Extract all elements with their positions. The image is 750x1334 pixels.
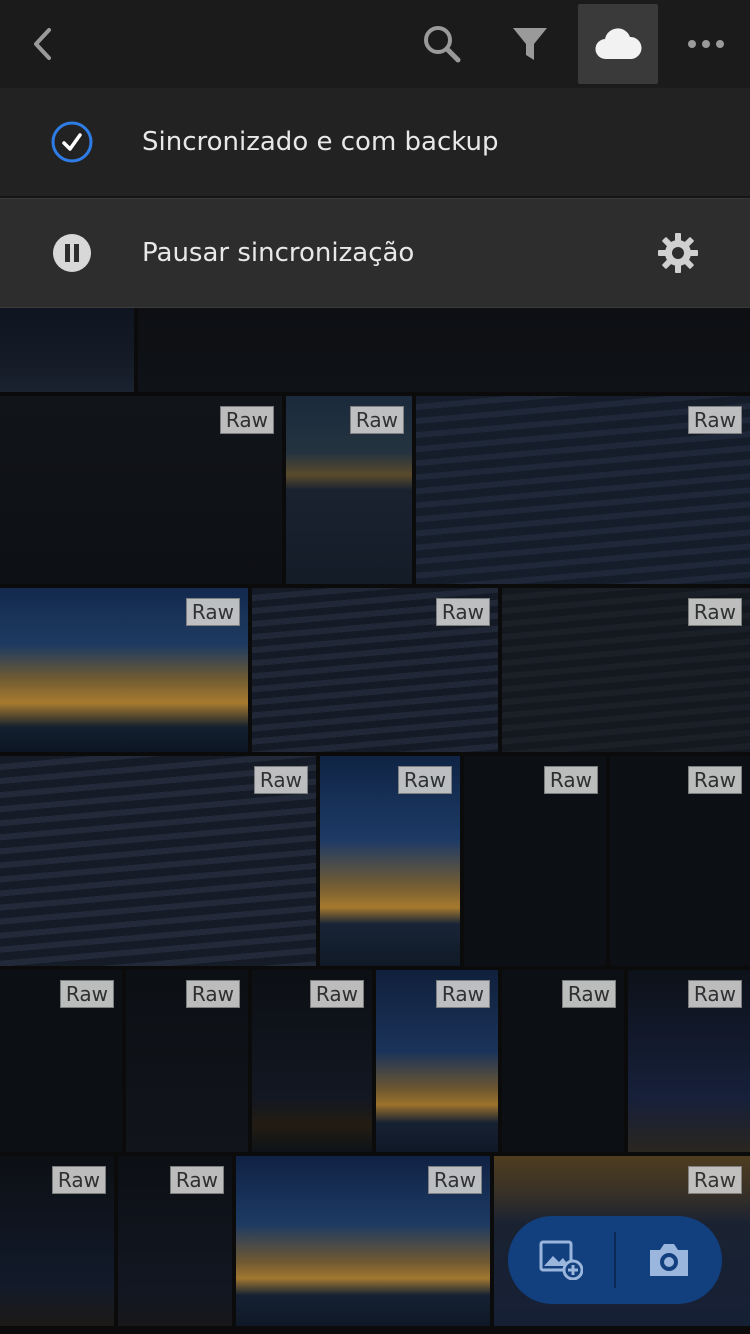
photo-tile[interactable]: Raw	[286, 396, 412, 584]
raw-badge: Raw	[687, 1166, 742, 1194]
top-toolbar	[0, 0, 750, 88]
filter-icon	[513, 28, 547, 60]
chevron-left-icon	[34, 28, 51, 60]
raw-badge: Raw	[185, 598, 240, 626]
camera-button[interactable]	[616, 1216, 722, 1304]
raw-badge: Raw	[435, 598, 490, 626]
sync-menu: Sincronizado e com backup Pausar sincron…	[0, 88, 750, 308]
photo-tile[interactable]: Raw	[610, 756, 750, 966]
photo-tile[interactable]: Raw	[320, 756, 460, 966]
raw-badge: Raw	[561, 980, 616, 1008]
add-photos-fab	[508, 1216, 722, 1304]
raw-badge: Raw	[253, 766, 308, 794]
raw-badge: Raw	[687, 406, 742, 434]
camera-icon	[650, 1244, 688, 1276]
photo-tile[interactable]: Raw	[464, 756, 606, 966]
more-icon	[688, 40, 724, 48]
add-photo-button[interactable]	[508, 1216, 614, 1304]
photo-tile[interactable]: Raw	[126, 970, 248, 1152]
raw-badge: Raw	[427, 1166, 482, 1194]
photo-tile[interactable]: Raw	[416, 396, 750, 584]
raw-badge: Raw	[397, 766, 452, 794]
photo-tile[interactable]	[138, 308, 750, 392]
raw-badge: Raw	[59, 980, 114, 1008]
raw-badge: Raw	[687, 766, 742, 794]
photo-tile[interactable]: Raw	[628, 970, 750, 1152]
back-button[interactable]	[4, 4, 84, 84]
cloud-sync-button[interactable]	[578, 4, 658, 84]
raw-badge: Raw	[169, 1166, 224, 1194]
photo-tile[interactable]: Raw	[0, 396, 282, 584]
check-circle-icon	[51, 121, 93, 163]
raw-badge: Raw	[543, 766, 598, 794]
sync-status-label: Sincronizado e com backup	[142, 127, 499, 157]
raw-badge: Raw	[687, 980, 742, 1008]
photo-tile[interactable]: Raw	[252, 588, 498, 752]
sync-status-row: Sincronizado e com backup	[0, 88, 750, 198]
photo-tile[interactable]	[0, 308, 134, 392]
gear-icon[interactable]	[656, 231, 700, 275]
photo-tile[interactable]: Raw	[0, 756, 316, 966]
photo-tile[interactable]: Raw	[0, 1156, 114, 1326]
photo-tile[interactable]: Raw	[376, 970, 498, 1152]
photo-grid: Raw Raw Raw Raw Raw Raw Raw Raw Raw Raw …	[0, 308, 750, 1334]
photo-tile[interactable]: Raw	[252, 970, 372, 1152]
pause-sync-row[interactable]: Pausar sincronização	[0, 198, 750, 308]
search-icon	[424, 26, 461, 63]
search-button[interactable]	[402, 4, 482, 84]
filter-button[interactable]	[490, 4, 570, 84]
photo-tile[interactable]: Raw	[0, 970, 122, 1152]
cloud-icon	[595, 28, 642, 60]
photo-tile[interactable]: Raw	[502, 588, 750, 752]
photo-tile[interactable]: Raw	[118, 1156, 232, 1326]
photo-tile[interactable]: Raw	[236, 1156, 490, 1326]
raw-badge: Raw	[185, 980, 240, 1008]
pause-sync-label: Pausar sincronização	[142, 238, 415, 268]
more-button[interactable]	[666, 4, 746, 84]
raw-badge: Raw	[309, 980, 364, 1008]
raw-badge: Raw	[687, 598, 742, 626]
pause-icon	[53, 234, 91, 272]
photo-tile[interactable]: Raw	[0, 588, 248, 752]
raw-badge: Raw	[51, 1166, 106, 1194]
add-photo-icon	[539, 1240, 583, 1280]
raw-badge: Raw	[219, 406, 274, 434]
photo-tile[interactable]: Raw	[502, 970, 624, 1152]
raw-badge: Raw	[435, 980, 490, 1008]
raw-badge: Raw	[349, 406, 404, 434]
